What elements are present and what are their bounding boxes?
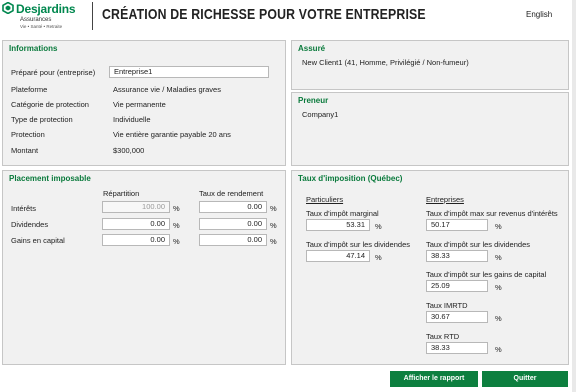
assure-panel: Assuré New Client1 (41, Homme, Privilégi… bbox=[291, 40, 569, 90]
row-label-gains: Gains en capital bbox=[11, 236, 65, 245]
p-marginal-input[interactable]: 53.31 bbox=[306, 219, 370, 231]
e-gains-label: Taux d'impôt sur les gains de capital bbox=[426, 270, 547, 279]
percent-sign: % bbox=[375, 253, 382, 262]
e-imrtd-label: Taux IMRTD bbox=[426, 301, 468, 310]
gains-rendement-input[interactable]: 0.00 bbox=[199, 234, 267, 246]
row-label-interets: Intérêts bbox=[11, 204, 37, 213]
taux-panel: Taux d'imposition (Québec) Particuliers … bbox=[291, 170, 569, 365]
e-gains-input[interactable]: 25.09 bbox=[426, 280, 488, 292]
percent-sign: % bbox=[495, 345, 502, 354]
amount-label: Montant bbox=[11, 146, 39, 155]
type-label: Type de protection bbox=[11, 115, 73, 124]
percent-sign: % bbox=[375, 222, 382, 231]
prepared-for-label: Préparé pour (entreprise) bbox=[11, 68, 96, 77]
percent-sign: % bbox=[495, 314, 502, 323]
taux-title: Taux d'imposition (Québec) bbox=[298, 174, 403, 183]
brand-subtitle: Assurances bbox=[20, 17, 52, 23]
p-dividendes-input[interactable]: 47.14 bbox=[306, 250, 370, 262]
amount-value: $300,000 bbox=[113, 146, 145, 155]
interets-rendement-input[interactable]: 0.00 bbox=[199, 201, 267, 213]
preneur-panel: Preneur Company1 bbox=[291, 92, 569, 166]
percent-sign: % bbox=[173, 204, 180, 213]
vertical-scrollbar[interactable] bbox=[572, 0, 576, 392]
assure-value: New Client1 (41, Homme, Privilégié / Non… bbox=[302, 58, 469, 67]
particuliers-header: Particuliers bbox=[306, 195, 344, 204]
brand-name: Desjardins bbox=[16, 2, 76, 16]
percent-sign: % bbox=[495, 222, 502, 231]
percent-sign: % bbox=[495, 283, 502, 292]
p-marginal-label: Taux d'impôt marginal bbox=[306, 209, 379, 218]
percent-sign: % bbox=[495, 253, 502, 262]
prepared-for-input[interactable]: Entreprise1 bbox=[109, 66, 269, 78]
percent-sign: % bbox=[270, 204, 277, 213]
dividendes-rendement-input[interactable]: 0.00 bbox=[199, 218, 267, 230]
e-imrtd-input[interactable]: 30.67 bbox=[426, 311, 488, 323]
language-link[interactable]: English bbox=[526, 10, 552, 19]
gains-repartition-input[interactable]: 0.00 bbox=[102, 234, 170, 246]
percent-sign: % bbox=[173, 237, 180, 246]
informations-panel: Informations Préparé pour (entreprise) E… bbox=[2, 40, 286, 166]
type-value: Individuelle bbox=[113, 115, 151, 124]
percent-sign: % bbox=[270, 237, 277, 246]
col-repartition-header: Répartition bbox=[103, 189, 140, 198]
e-rtd-label: Taux RTD bbox=[426, 332, 460, 341]
assure-title: Assuré bbox=[298, 44, 326, 53]
quit-button[interactable]: Quitter bbox=[482, 371, 568, 387]
show-report-button[interactable]: Afficher le rapport bbox=[390, 371, 478, 387]
e-dividendes-input[interactable]: 38.33 bbox=[426, 250, 488, 262]
informations-title: Informations bbox=[9, 44, 58, 53]
placement-panel: Placement imposable Répartition Taux de … bbox=[2, 170, 286, 365]
protection-label: Protection bbox=[11, 130, 45, 139]
p-dividendes-label: Taux d'impôt sur les dividendes bbox=[306, 240, 410, 249]
platform-label: Plateforme bbox=[11, 85, 48, 94]
protection-value: Vie entière garantie payable 20 ans bbox=[113, 130, 231, 139]
desjardins-hexagon-logo-icon bbox=[2, 2, 14, 14]
preneur-value: Company1 bbox=[302, 110, 339, 119]
percent-sign: % bbox=[173, 221, 180, 230]
e-interets-input[interactable]: 50.17 bbox=[426, 219, 488, 231]
row-label-dividendes: Dividendes bbox=[11, 220, 49, 229]
e-rtd-input[interactable]: 38.33 bbox=[426, 342, 488, 354]
percent-sign: % bbox=[270, 221, 277, 230]
preneur-title: Preneur bbox=[298, 96, 329, 105]
placement-title: Placement imposable bbox=[9, 174, 91, 183]
col-rendement-header: Taux de rendement bbox=[199, 189, 264, 198]
category-label: Catégorie de protection bbox=[11, 100, 89, 109]
entreprises-header: Entreprises bbox=[426, 195, 464, 204]
dividendes-repartition-input[interactable]: 0.00 bbox=[102, 218, 170, 230]
brand-tagline: Vie • Santé • Retraite bbox=[20, 24, 63, 29]
e-dividendes-label: Taux d'impôt sur les dividendes bbox=[426, 240, 530, 249]
platform-value: Assurance vie / Maladies graves bbox=[113, 85, 221, 94]
category-value: Vie permanente bbox=[113, 100, 166, 109]
header-divider bbox=[92, 2, 93, 30]
interets-repartition-input[interactable]: 100.00 bbox=[102, 201, 170, 213]
e-interets-label: Taux d'impôt max sur revenus d'intérêts bbox=[426, 209, 558, 218]
page-title: CRÉATION DE RICHESSE POUR VOTRE ENTREPRI… bbox=[102, 6, 426, 23]
